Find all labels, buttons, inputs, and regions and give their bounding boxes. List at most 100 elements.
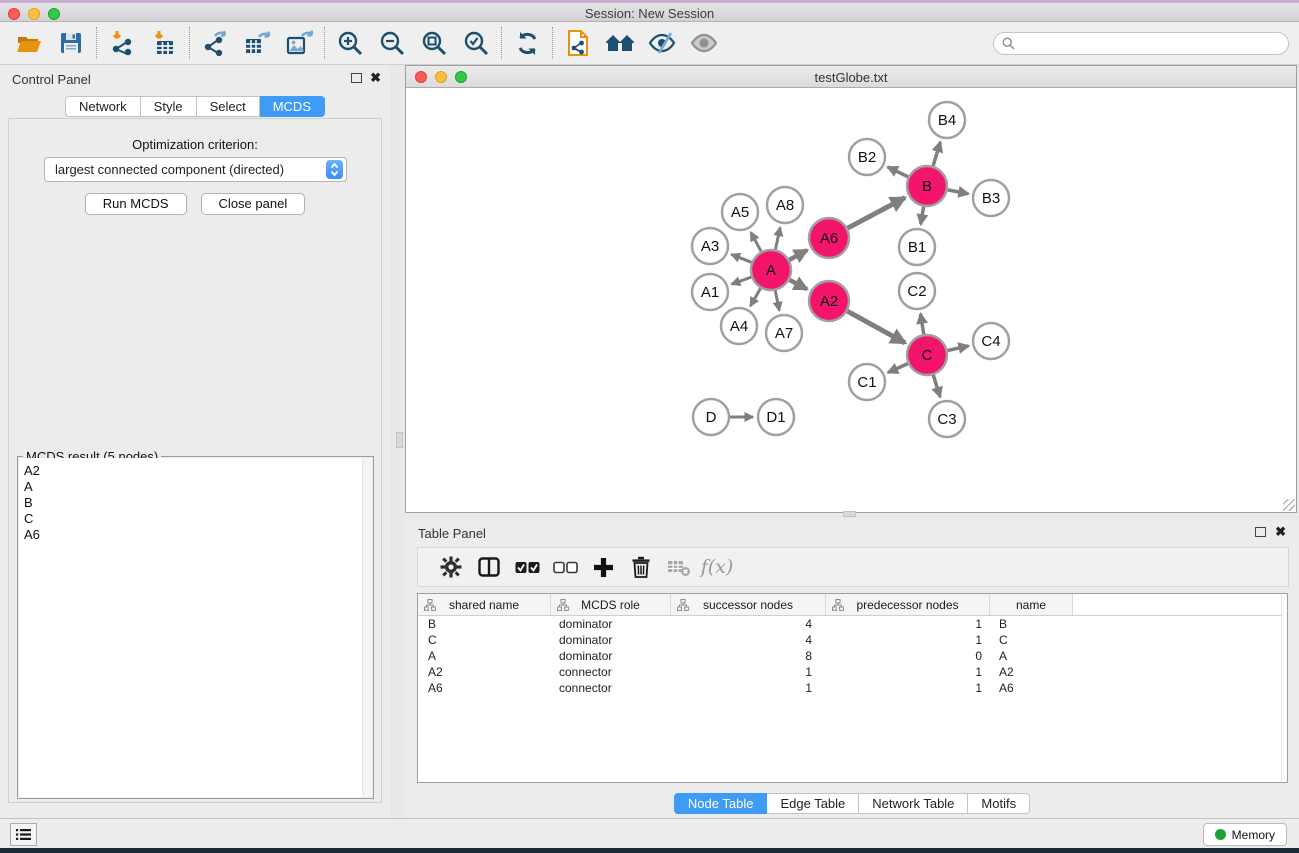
table-cell[interactable]: A xyxy=(418,649,551,663)
task-history-button[interactable] xyxy=(10,823,37,846)
tab-network[interactable]: Network xyxy=(65,96,141,117)
node-B3[interactable]: B3 xyxy=(973,180,1009,216)
node-A3[interactable]: A3 xyxy=(692,228,728,264)
table-cell[interactable]: connector xyxy=(551,665,671,679)
open-session-button[interactable] xyxy=(8,24,50,62)
function-builder-button[interactable]: f(x) xyxy=(698,551,736,583)
table-cell[interactable]: C xyxy=(418,633,551,647)
show-graphics-details-button[interactable] xyxy=(683,24,725,62)
tab-motifs[interactable]: Motifs xyxy=(968,793,1030,814)
edge-B-B1[interactable] xyxy=(921,207,924,225)
export-table-button[interactable] xyxy=(236,24,278,62)
column-header-name[interactable]: name xyxy=(990,594,1073,615)
close-table-panel-icon[interactable]: ✖ xyxy=(1275,524,1286,540)
edge-A6-B[interactable] xyxy=(848,198,905,228)
tab-mcds[interactable]: MCDS xyxy=(260,96,325,117)
table-cell[interactable]: dominator xyxy=(551,649,671,663)
node-A[interactable]: A xyxy=(751,250,791,290)
delete-column-button[interactable] xyxy=(622,551,660,583)
export-image-button[interactable] xyxy=(278,24,320,62)
export-network-button[interactable] xyxy=(194,24,236,62)
node-A5[interactable]: A5 xyxy=(722,194,758,230)
node-A7[interactable]: A7 xyxy=(766,315,802,351)
table-row[interactable]: A2connector11A2 xyxy=(418,664,1287,680)
table-cell[interactable]: 8 xyxy=(671,649,826,663)
table-cell[interactable]: 1 xyxy=(826,681,990,695)
vertical-splitter-handle[interactable] xyxy=(396,432,403,448)
mcds-result-item[interactable]: B xyxy=(19,495,372,511)
table-cell[interactable]: 1 xyxy=(826,617,990,631)
node-C1[interactable]: C1 xyxy=(849,364,885,400)
table-cell[interactable]: dominator xyxy=(551,633,671,647)
table-cell[interactable]: 4 xyxy=(671,633,826,647)
node-B4[interactable]: B4 xyxy=(929,102,965,138)
node-B1[interactable]: B1 xyxy=(899,229,935,265)
deselect-all-button[interactable] xyxy=(546,551,584,583)
run-mcds-button[interactable]: Run MCDS xyxy=(85,193,187,215)
import-table-button[interactable] xyxy=(143,24,185,62)
float-table-panel-icon[interactable] xyxy=(1255,527,1266,537)
float-panel-icon[interactable] xyxy=(351,73,362,83)
network-graph[interactable]: B4B2BB3A5A8A6B1A3AA1C2A2A4A7C4CC1DD1C3 xyxy=(406,88,1296,512)
edge-C-C3[interactable] xyxy=(933,375,940,397)
table-row[interactable]: Cdominator41C xyxy=(418,632,1287,648)
column-visibility-button[interactable] xyxy=(470,551,508,583)
refresh-button[interactable] xyxy=(506,24,548,62)
column-header-shared-name[interactable]: shared name xyxy=(418,594,551,615)
edge-A-A7[interactable] xyxy=(775,291,779,311)
edge-A-A5[interactable] xyxy=(751,232,761,251)
column-header-predecessor-nodes[interactable]: predecessor nodes xyxy=(826,594,990,615)
add-column-button[interactable] xyxy=(584,551,622,583)
new-network-view-button[interactable] xyxy=(557,24,599,62)
edge-A-A2[interactable] xyxy=(790,280,807,289)
zoom-fit-button[interactable] xyxy=(413,24,455,62)
node-C3[interactable]: C3 xyxy=(929,401,965,437)
node-D1[interactable]: D1 xyxy=(758,399,794,435)
delete-table-button[interactable] xyxy=(660,551,698,583)
edge-A-A4[interactable] xyxy=(750,288,760,306)
mcds-result-item[interactable]: A2 xyxy=(19,463,372,479)
node-A8[interactable]: A8 xyxy=(767,187,803,223)
table-cell[interactable]: 4 xyxy=(671,617,826,631)
table-cell[interactable]: connector xyxy=(551,681,671,695)
zoom-in-button[interactable] xyxy=(329,24,371,62)
hide-graphics-details-button[interactable] xyxy=(641,24,683,62)
close-panel-button[interactable]: Close panel xyxy=(201,193,306,215)
import-network-button[interactable] xyxy=(101,24,143,62)
edge-A-A6[interactable] xyxy=(789,250,807,260)
node-D[interactable]: D xyxy=(693,399,729,435)
search-input[interactable] xyxy=(1020,36,1280,50)
table-cell[interactable]: dominator xyxy=(551,617,671,631)
network-canvas[interactable]: B4B2BB3A5A8A6B1A3AA1C2A2A4A7C4CC1DD1C3 xyxy=(406,88,1296,512)
table-cell[interactable]: A6 xyxy=(990,681,1073,695)
save-session-button[interactable] xyxy=(50,24,92,62)
table-cell[interactable]: B xyxy=(418,617,551,631)
table-cell[interactable]: A2 xyxy=(990,665,1073,679)
edge-A-A3[interactable] xyxy=(731,254,751,262)
tab-select[interactable]: Select xyxy=(197,96,260,117)
home-button[interactable] xyxy=(599,24,641,62)
edge-B-B3[interactable] xyxy=(948,190,969,194)
result-list-scrollbar[interactable] xyxy=(362,458,372,797)
node-A1[interactable]: A1 xyxy=(692,274,728,310)
node-A4[interactable]: A4 xyxy=(721,308,757,344)
node-C4[interactable]: C4 xyxy=(973,323,1009,359)
node-A2[interactable]: A2 xyxy=(809,281,849,321)
table-row[interactable]: Adominator80A xyxy=(418,648,1287,664)
table-cell[interactable]: B xyxy=(990,617,1073,631)
zoom-out-button[interactable] xyxy=(371,24,413,62)
table-cell[interactable]: A xyxy=(990,649,1073,663)
edge-B-B2[interactable] xyxy=(888,167,908,177)
edge-B-B4[interactable] xyxy=(933,142,940,166)
tab-node-table[interactable]: Node Table xyxy=(674,793,768,814)
table-cell[interactable]: 1 xyxy=(671,665,826,679)
node-C[interactable]: C xyxy=(907,335,947,375)
mcds-result-item[interactable]: C xyxy=(19,511,372,527)
tab-style[interactable]: Style xyxy=(141,96,197,117)
column-header-mcds-role[interactable]: MCDS role xyxy=(551,594,671,615)
table-cell[interactable]: 0 xyxy=(826,649,990,663)
table-settings-button[interactable] xyxy=(432,551,470,583)
table-cell[interactable]: 1 xyxy=(826,633,990,647)
table-scrollbar[interactable] xyxy=(1281,594,1287,782)
edge-A-A8[interactable] xyxy=(775,227,780,249)
